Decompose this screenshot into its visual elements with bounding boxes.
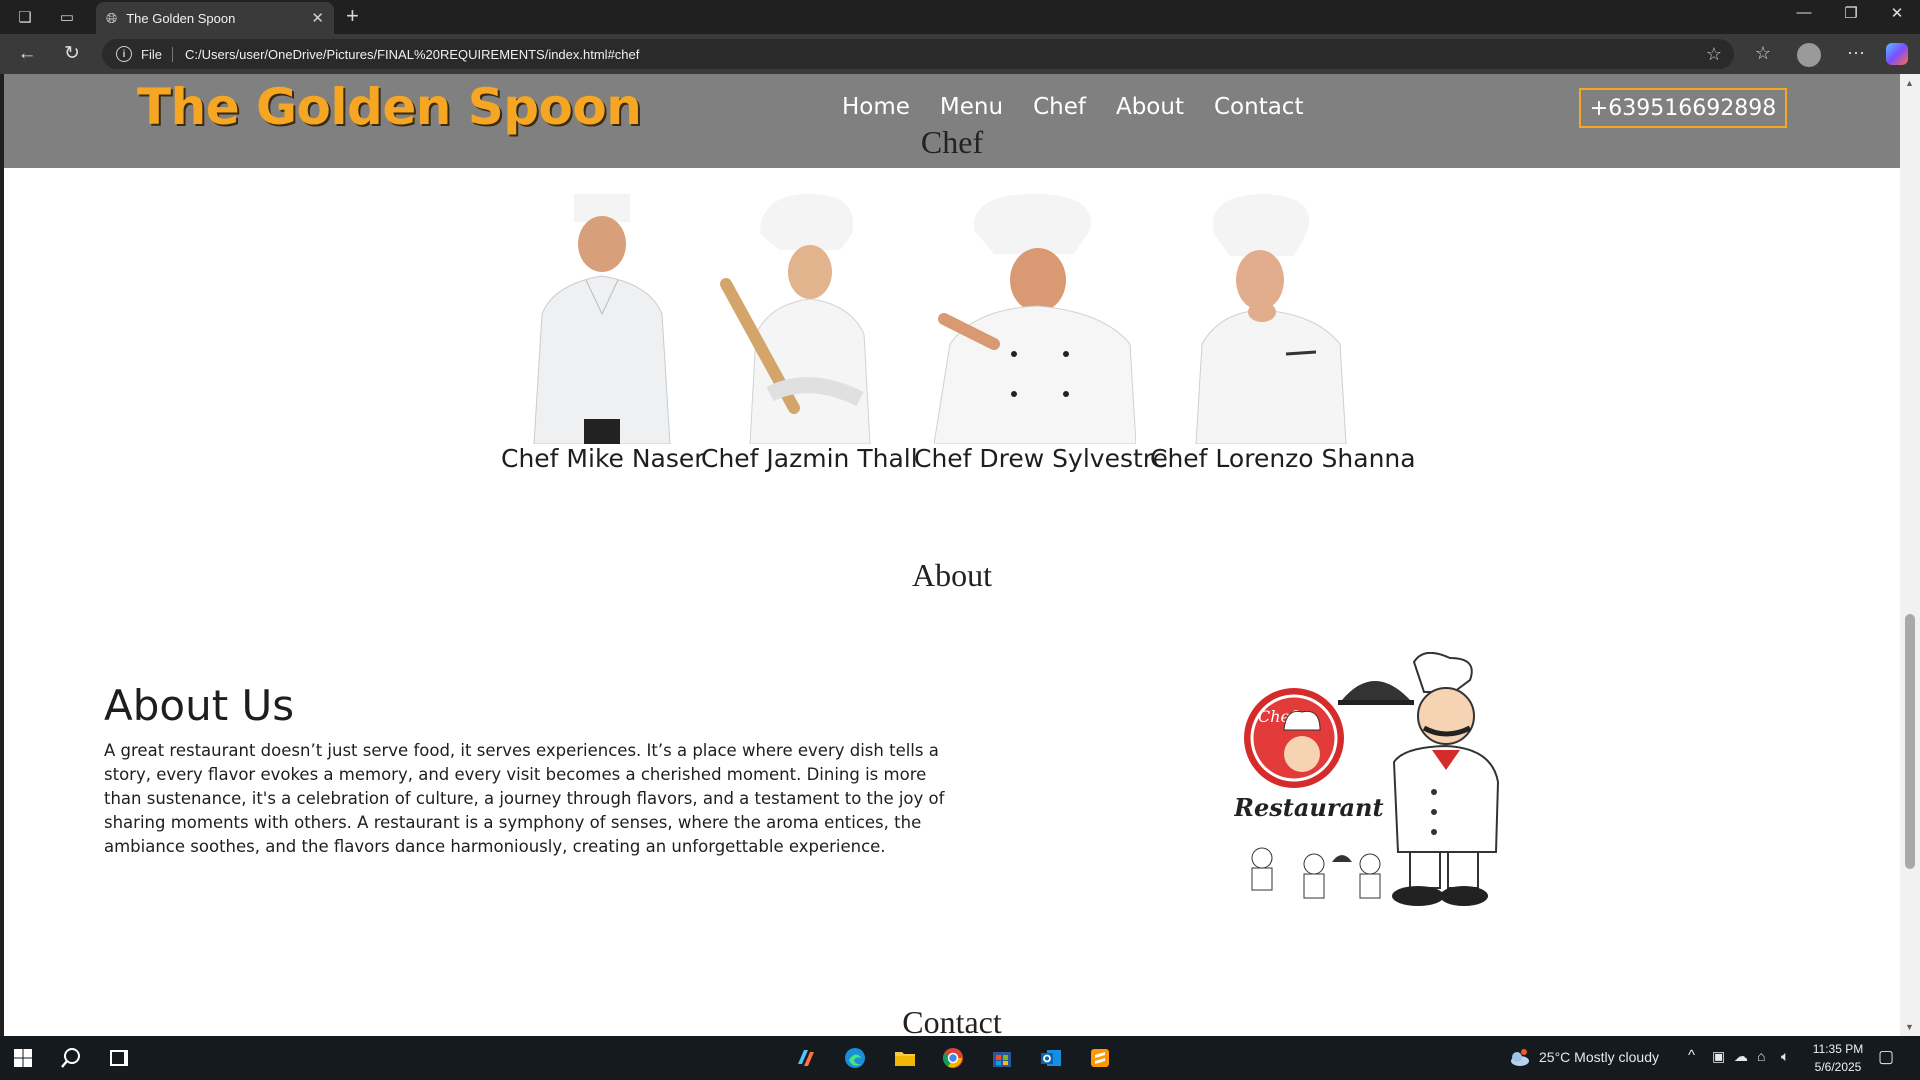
- chef-photo-4: [1195, 194, 1347, 444]
- onedrive-icon[interactable]: ☁: [1734, 1048, 1748, 1065]
- minimize-button[interactable]: —: [1789, 4, 1819, 21]
- page-scrollbar[interactable]: ▲ ▼: [1900, 74, 1920, 1036]
- nav-menu[interactable]: Menu: [940, 94, 1003, 120]
- close-tab-icon[interactable]: ✕: [311, 9, 324, 27]
- chrome-icon[interactable]: [940, 1046, 966, 1070]
- windows-taskbar: 25°C Mostly cloudy ^ ▣ ☁ ⌂ 🔈︎ 11:35 PM 5…: [0, 1036, 1920, 1080]
- nav-about[interactable]: About: [1116, 94, 1184, 120]
- browser-toolbar: ← ↻ i File C:/Users/user/OneDrive/Pictur…: [0, 34, 1920, 74]
- scheme-label: File: [141, 46, 173, 62]
- scroll-down-icon[interactable]: ▼: [1905, 1022, 1914, 1032]
- about-us-text: A great restaurant doesn’t just serve fo…: [104, 741, 945, 856]
- new-tab-button[interactable]: +: [346, 5, 359, 27]
- profile-avatar[interactable]: [1797, 43, 1821, 67]
- nav-contact[interactable]: Contact: [1214, 94, 1303, 120]
- store-icon[interactable]: [989, 1046, 1015, 1070]
- notification-center-icon[interactable]: ▢: [1878, 1047, 1894, 1067]
- about-us-title: About Us: [104, 681, 295, 730]
- chef-section-heading: Chef: [920, 124, 984, 160]
- more-menu-icon[interactable]: ⋯: [1843, 43, 1869, 64]
- chef-name-3: Chef Drew Sylvestre: [914, 444, 1168, 473]
- about-section-heading: About: [912, 557, 992, 593]
- close-window-button[interactable]: ✕: [1882, 4, 1912, 22]
- workspaces-icon[interactable]: ❏: [14, 6, 36, 28]
- edge-browser-icon[interactable]: [842, 1046, 868, 1070]
- tab-strip: ❏ ▭ 🌐︎ The Golden Spoon ✕ + — ❐ ✕: [0, 0, 1920, 34]
- info-icon[interactable]: i: [116, 46, 132, 62]
- chef-photo-2: [720, 194, 871, 444]
- restore-button[interactable]: ❐: [1836, 4, 1866, 22]
- chef-name-1: Chef Mike Naser: [501, 444, 705, 473]
- phone-button[interactable]: +639516692898: [1579, 88, 1787, 128]
- weather-cloud-icon[interactable]: [1506, 1046, 1532, 1070]
- chef-name-2: Chef Jazmin Thall: [701, 444, 918, 473]
- globe-icon: 🌐︎: [106, 9, 118, 26]
- system-clock[interactable]: 11:35 PM 5/6/2025: [1810, 1040, 1866, 1076]
- page-viewport: The Golden Spoon Home Menu Chef About Co…: [4, 74, 1900, 1036]
- sublime-text-icon[interactable]: [1087, 1046, 1113, 1070]
- tab-actions-icon[interactable]: ▭: [56, 6, 78, 28]
- contact-section-heading: Contact: [902, 1004, 1002, 1036]
- copilot-taskbar-icon[interactable]: [793, 1046, 819, 1070]
- chef-restaurant-logo: Chef Restaurant: [1234, 652, 1500, 906]
- search-icon[interactable]: [58, 1046, 84, 1070]
- address-bar[interactable]: i File C:/Users/user/OneDrive/Pictures/F…: [102, 39, 1734, 69]
- back-button[interactable]: ←: [15, 43, 39, 65]
- main-nav: Home Menu Chef About Contact: [842, 94, 1303, 120]
- logo-restaurant-label: Restaurant: [1234, 793, 1384, 822]
- refresh-button[interactable]: ↻: [60, 43, 84, 65]
- outlook-icon[interactable]: [1038, 1046, 1064, 1070]
- nav-chef[interactable]: Chef: [1033, 94, 1086, 120]
- nav-home[interactable]: Home: [842, 94, 910, 120]
- network-icon[interactable]: ⌂: [1757, 1048, 1765, 1064]
- chef-photo-1: [533, 194, 671, 444]
- scroll-up-icon[interactable]: ▲: [1905, 78, 1914, 88]
- tab-title: The Golden Spoon: [126, 10, 236, 26]
- task-view-icon[interactable]: [106, 1046, 132, 1070]
- clock-time: 11:35 PM: [1812, 1042, 1864, 1056]
- copilot-icon[interactable]: [1886, 43, 1908, 65]
- clock-date: 5/6/2025: [1814, 1060, 1862, 1074]
- url-text[interactable]: C:/Users/user/OneDrive/Pictures/FINAL%20…: [185, 47, 1706, 62]
- file-explorer-icon[interactable]: [892, 1046, 918, 1070]
- weather-text[interactable]: 25°C Mostly cloudy: [1539, 1049, 1659, 1065]
- windows-start-icon[interactable]: [10, 1046, 36, 1070]
- show-hidden-icons[interactable]: ^: [1688, 1047, 1695, 1064]
- chef-photo-3: [934, 194, 1136, 444]
- scrollbar-thumb[interactable]: [1905, 614, 1915, 869]
- favorites-icon[interactable]: ☆: [1750, 43, 1776, 64]
- active-tab[interactable]: 🌐︎ The Golden Spoon ✕: [96, 2, 334, 34]
- chef-name-4: Chef Lorenzo Shanna: [1150, 444, 1416, 473]
- volume-icon[interactable]: 🔈︎: [1781, 1048, 1789, 1065]
- tray-device-icon[interactable]: ▣: [1712, 1048, 1725, 1065]
- favorite-star-icon[interactable]: ☆: [1706, 44, 1722, 65]
